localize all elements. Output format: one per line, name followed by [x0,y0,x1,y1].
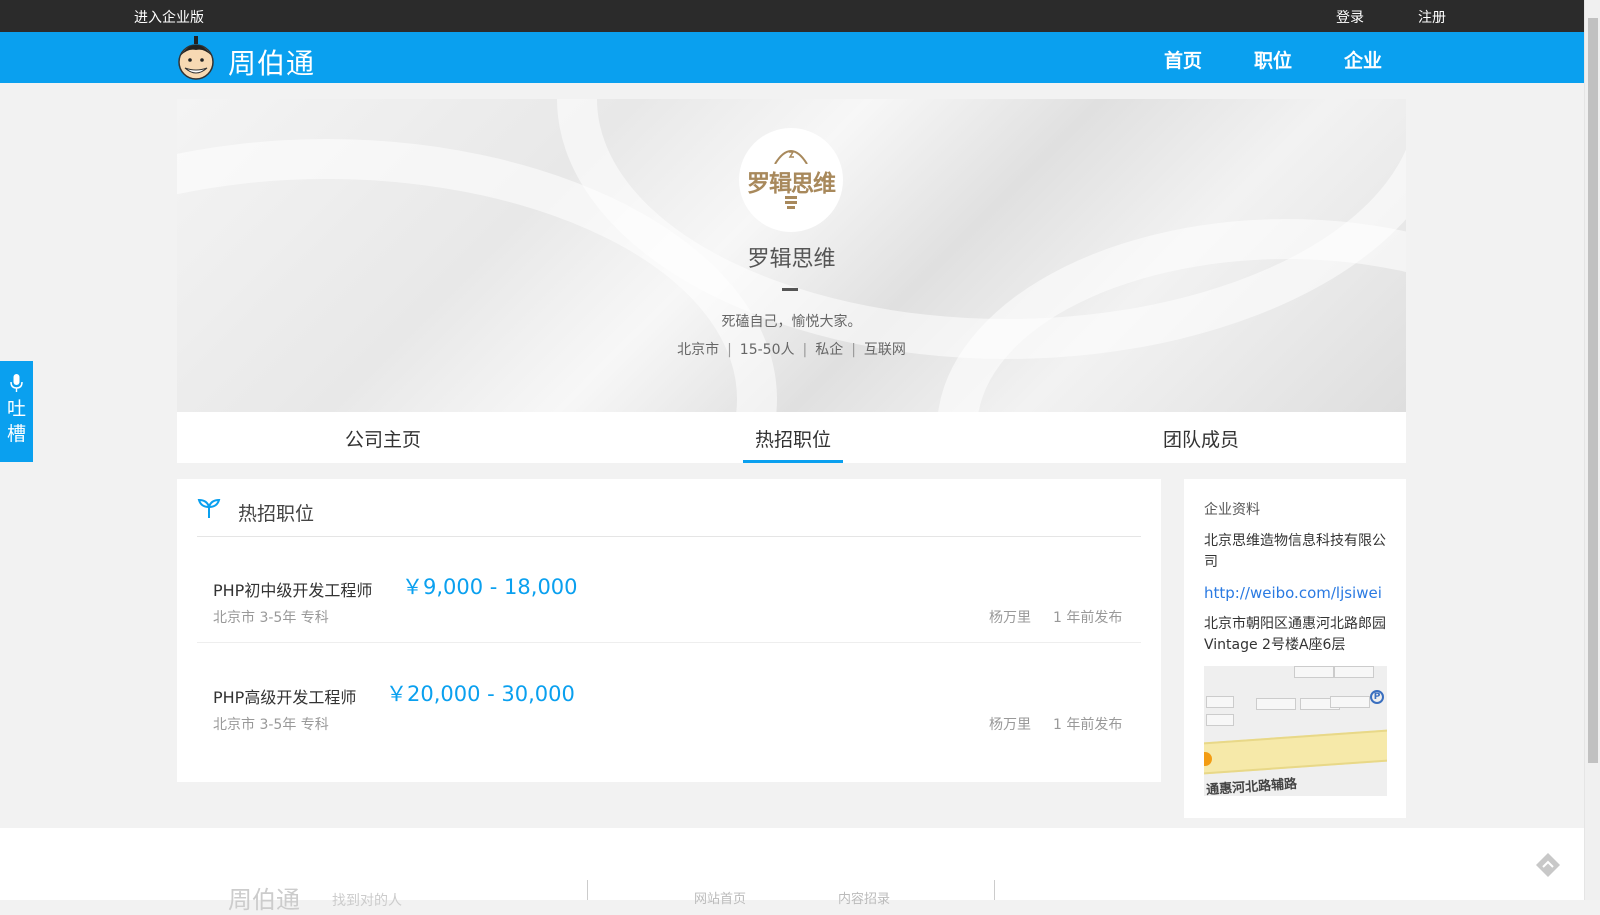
map-building [1334,666,1374,678]
job-poster: 杨万里 [989,610,1031,626]
job-meta: 北京市 3-5年 专科 [213,610,329,626]
tab-company-home[interactable]: 公司主页 [345,425,421,452]
scrollbar-thumb[interactable] [1588,18,1598,763]
job-title[interactable]: PHP初中级开发工程师 [213,577,372,601]
company-info-panel: 企业资料 北京思维造物信息科技有限公司 http://weibo.com/ljs… [1184,479,1406,818]
microphone-icon [10,374,23,392]
footer-logo[interactable]: 周伯通 [228,880,300,915]
nav-jobs[interactable]: 职位 [1254,46,1292,73]
map-building [1256,698,1296,710]
tag-city: 北京市 [677,342,720,358]
map-building [1330,696,1370,708]
footer-link-home[interactable]: 网站首页 [694,888,746,907]
company-hero: 罗辑思维 罗辑思维 死磕自己，愉悦大家。 北京市 | 15-50人 | 私企 | 互联网 [177,99,1406,412]
map-building [1206,696,1234,708]
company-website-link[interactable]: http://weibo.com/ljsiwei [1204,584,1382,602]
company-tags: 北京市 | 15-50人 | 私企 | 互联网 [177,339,1406,359]
location-map[interactable]: P 通惠河北路辅路 [1204,666,1387,796]
company-logo-text: 罗辑思维 [747,171,836,197]
job-posted-time: 1 年前发布 [1053,610,1123,626]
lightbulb-icon [774,150,808,164]
page-footer: 周伯通 找到对的人 网站首页 内容招录 [0,828,1584,914]
bulb-base-icon [785,196,797,209]
tab-team-members[interactable]: 团队成员 [1163,425,1239,452]
tag-separator: | [727,342,732,358]
map-road-label: 通惠河北路辅路 [1205,776,1298,796]
jobs-section-title: 热招职位 [238,503,315,525]
tag-separator: | [851,342,856,358]
back-to-top-icon[interactable] [1535,852,1561,878]
sprout-icon [197,498,221,518]
tag-separator: | [802,342,808,358]
company-logo: 罗辑思维 [739,128,843,232]
tag-size: 15-50人 [739,342,795,358]
footer-divider [587,880,588,900]
company-address: 北京市朝阳区通惠河北路郎园Vintage 2号楼A座6层 [1204,616,1386,653]
job-salary: ￥9,000 - 18,000 [402,575,578,599]
info-title: 企业资料 [1204,502,1260,518]
main-navbar: 周伯通 首页 职位 企业 [0,32,1584,83]
parking-icon: P [1370,690,1384,704]
tab-hot-jobs[interactable]: 热招职位 [755,425,831,452]
job-posted-time: 1 年前发布 [1053,717,1123,733]
tag-type: 私企 [815,342,844,358]
footer-divider [994,880,995,900]
footer-link-content[interactable]: 内容招录 [838,888,890,907]
nav-companies[interactable]: 企业 [1344,46,1382,73]
register-link[interactable]: 注册 [1418,7,1446,27]
hot-jobs-panel: 热招职位 PHP初中级开发工程师 ￥9,000 - 18,000 北京市 3-5… [177,479,1161,782]
logo-text[interactable]: 周伯通 [228,42,315,82]
feedback-label: 吐槽 [6,398,26,445]
map-building [1294,666,1334,678]
job-title[interactable]: PHP高级开发工程师 [213,684,356,708]
footer-tagline: 找到对的人 [332,893,402,909]
logo-mascot-icon[interactable] [176,34,216,82]
company-tabs: 公司主页 热招职位 团队成员 [177,412,1406,463]
job-list-item[interactable]: PHP高级开发工程师 ￥20,000 - 30,000 北京市 3-5年 专科 … [197,644,1141,750]
job-meta: 北京市 3-5年 专科 [213,717,329,733]
map-building [1206,714,1234,726]
job-list-item[interactable]: PHP初中级开发工程师 ￥9,000 - 18,000 北京市 3-5年 专科 … [197,537,1141,643]
enterprise-link[interactable]: 进入企业版 [134,7,204,27]
feedback-button[interactable]: 吐槽 [0,361,33,462]
job-salary: ￥20,000 - 30,000 [386,682,575,706]
vertical-scrollbar[interactable] [1584,0,1600,900]
tag-industry: 互联网 [863,342,906,358]
login-link[interactable]: 登录 [1336,7,1364,27]
title-divider [782,288,798,291]
nav-home[interactable]: 首页 [1164,46,1202,73]
top-bar: 进入企业版 登录 注册 [0,0,1584,32]
company-name: 罗辑思维 [747,247,836,272]
map-road [1204,729,1387,775]
job-poster: 杨万里 [989,717,1031,733]
company-slogan: 死磕自己，愉悦大家。 [721,314,862,330]
active-tab-indicator [743,460,843,463]
company-full-name: 北京思维造物信息科技有限公司 [1204,533,1386,570]
